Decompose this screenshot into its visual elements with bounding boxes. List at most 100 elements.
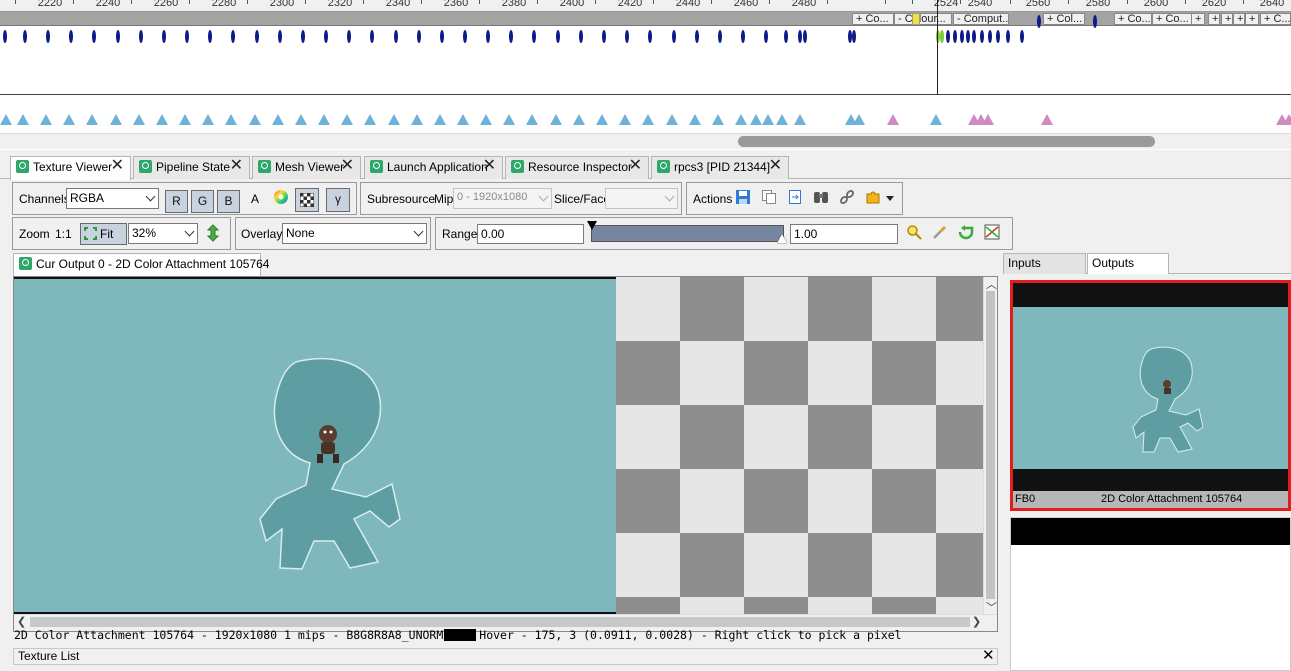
- timeline-marker[interactable]: - Colour...: [894, 13, 952, 25]
- event-marker[interactable]: [278, 30, 282, 43]
- resource-write-marker[interactable]: [1041, 114, 1053, 125]
- event-marker[interactable]: [996, 30, 1000, 43]
- range-min-input[interactable]: [477, 224, 584, 244]
- zoom-1to1-button[interactable]: 1:1: [55, 227, 72, 241]
- event-marker[interactable]: [784, 30, 788, 43]
- resource-usage-marker[interactable]: [40, 114, 52, 125]
- timeline-events-lane[interactable]: [0, 15, 1291, 95]
- close-icon[interactable]: ✕: [230, 158, 243, 174]
- resource-usage-marker[interactable]: [411, 114, 423, 125]
- event-marker[interactable]: [324, 30, 328, 43]
- event-marker[interactable]: [764, 30, 768, 43]
- event-marker[interactable]: [672, 30, 676, 43]
- chevron-down-icon[interactable]: ﹀: [986, 599, 997, 615]
- event-marker[interactable]: [1037, 15, 1041, 28]
- resource-usage-marker[interactable]: [318, 114, 330, 125]
- flip-vertical-icon[interactable]: [203, 224, 223, 244]
- link-icon[interactable]: [837, 189, 857, 209]
- resource-usage-marker[interactable]: [776, 114, 788, 125]
- event-marker[interactable]: [46, 30, 50, 43]
- resource-usage-marker[interactable]: [596, 114, 608, 125]
- channel-a-toggle[interactable]: A: [251, 192, 259, 206]
- puzzle-icon[interactable]: [863, 189, 883, 209]
- event-marker[interactable]: [417, 30, 421, 43]
- event-marker[interactable]: [509, 30, 513, 43]
- resource-usage-marker[interactable]: [750, 114, 762, 125]
- event-timeline[interactable]: 2220 2240 2260 2280 2300 2320 2340 2360 2380 2400…: [0, 0, 1291, 150]
- tab-pipeline-state[interactable]: Pipeline State ✕: [133, 156, 250, 179]
- event-marker[interactable]: [940, 30, 944, 43]
- output-thumbnail-fb0[interactable]: FB0 2D Color Attachment 105764: [1010, 280, 1291, 511]
- texture-list-header[interactable]: Texture List: [13, 648, 998, 665]
- resource-usage-marker[interactable]: [364, 114, 376, 125]
- timeline-marker[interactable]: +: [1221, 13, 1233, 25]
- resource-usage-marker[interactable]: [666, 114, 678, 125]
- resource-usage-marker[interactable]: [434, 114, 446, 125]
- close-icon[interactable]: ✕: [629, 158, 642, 174]
- event-marker[interactable]: [988, 30, 992, 43]
- color-wheel-icon[interactable]: [271, 189, 291, 209]
- event-marker[interactable]: [162, 30, 166, 43]
- event-marker[interactable]: [370, 30, 374, 43]
- resource-usage-marker[interactable]: [573, 114, 585, 125]
- resource-usage-marker[interactable]: [202, 114, 214, 125]
- event-marker[interactable]: [556, 30, 560, 43]
- auto-fit-range-icon[interactable]: [904, 224, 924, 244]
- event-marker[interactable]: [463, 30, 467, 43]
- event-marker[interactable]: [116, 30, 120, 43]
- timeline-marker-strip[interactable]: + Co... - Colour... - Comput... + Col... + C…: [0, 12, 1291, 26]
- chevron-up-icon[interactable]: ︿: [986, 277, 997, 292]
- close-icon[interactable]: ✕: [341, 158, 354, 174]
- resource-usage-marker[interactable]: [619, 114, 631, 125]
- resource-usage-marker[interactable]: [853, 114, 865, 125]
- tab-outputs[interactable]: Outputs: [1087, 253, 1169, 274]
- event-marker[interactable]: [92, 30, 96, 43]
- resource-usage-marker[interactable]: [762, 114, 774, 125]
- resource-usage-marker[interactable]: [735, 114, 747, 125]
- histogram-icon[interactable]: [982, 224, 1002, 244]
- save-icon[interactable]: [733, 189, 753, 209]
- event-marker[interactable]: [579, 30, 583, 43]
- timeline-marker[interactable]: + Co...: [1152, 13, 1194, 25]
- resource-usage-marker[interactable]: [110, 114, 122, 125]
- resource-usage-marker[interactable]: [295, 114, 307, 125]
- event-marker[interactable]: [3, 30, 7, 43]
- event-marker[interactable]: [602, 30, 606, 43]
- tab-launch-application[interactable]: Launch Application ✕: [364, 156, 503, 179]
- resource-usage-marker[interactable]: [930, 114, 942, 125]
- timeline-marker[interactable]: +: [1191, 13, 1205, 25]
- tab-texture-viewer[interactable]: Texture Viewer ✕: [10, 156, 131, 180]
- event-marker[interactable]: [966, 30, 970, 43]
- close-icon[interactable]: ✕: [483, 158, 496, 174]
- channel-r-toggle[interactable]: R: [165, 190, 188, 213]
- tab-current-output[interactable]: Cur Output 0 - 2D Color Attachment 10576…: [13, 253, 269, 276]
- flag-icon[interactable]: [912, 13, 920, 25]
- event-marker[interactable]: [803, 30, 807, 43]
- overlay-select[interactable]: None: [282, 223, 427, 244]
- event-marker[interactable]: [648, 30, 652, 43]
- event-marker[interactable]: [532, 30, 536, 43]
- tab-mesh-viewer[interactable]: Mesh Viewer ✕: [252, 156, 361, 179]
- event-marker[interactable]: [798, 30, 802, 43]
- mip-select[interactable]: 0 - 1920x1080: [453, 188, 552, 209]
- resource-usage-marker[interactable]: [526, 114, 538, 125]
- resource-usage-marker[interactable]: [225, 114, 237, 125]
- timeline-marker[interactable]: +: [1208, 13, 1220, 25]
- resource-usage-marker[interactable]: [0, 114, 12, 125]
- zoom-level-select[interactable]: 32%: [128, 223, 198, 244]
- tab-resource-inspector[interactable]: Resource Inspector ✕: [505, 156, 649, 179]
- resource-write-marker[interactable]: [982, 114, 994, 125]
- resource-usage-marker[interactable]: [457, 114, 469, 125]
- resource-usage-marker[interactable]: [794, 114, 806, 125]
- range-min-handle[interactable]: [587, 221, 597, 230]
- resource-usage-marker[interactable]: [17, 114, 29, 125]
- resource-usage-marker[interactable]: [550, 114, 562, 125]
- event-marker[interactable]: [852, 30, 856, 43]
- range-max-handle[interactable]: [777, 234, 787, 243]
- close-icon[interactable]: ✕: [769, 158, 782, 174]
- resource-usage-marker[interactable]: [156, 114, 168, 125]
- resource-usage-marker[interactable]: [179, 114, 191, 125]
- event-marker[interactable]: [980, 30, 984, 43]
- resource-usage-marker[interactable]: [133, 114, 145, 125]
- event-marker[interactable]: [23, 30, 27, 43]
